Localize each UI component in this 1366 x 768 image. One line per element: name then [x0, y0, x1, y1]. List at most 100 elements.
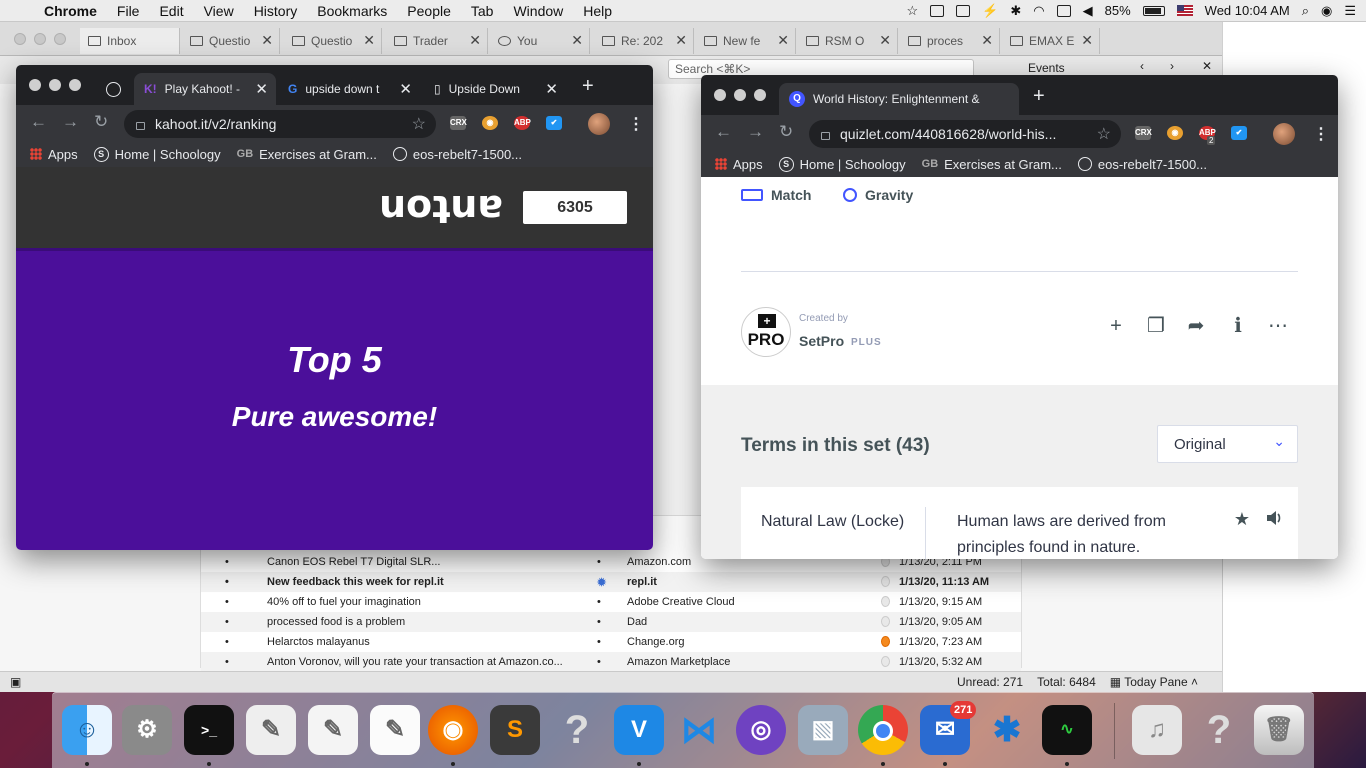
- owl-extension-icon[interactable]: ◉: [482, 116, 498, 130]
- bookmark-eos[interactable]: eos-rebelt7-1500...: [392, 147, 530, 162]
- menu-help[interactable]: Help: [573, 3, 622, 19]
- activity-monitor-dock-icon[interactable]: ∿: [1042, 705, 1092, 755]
- close-icon[interactable]: ✕: [675, 32, 687, 49]
- volume-tray-icon[interactable]: ◀: [1083, 3, 1093, 19]
- bluetooth-file-exchange-dock-icon[interactable]: ✱: [982, 705, 1032, 755]
- forward-icon[interactable]: →: [62, 112, 79, 132]
- notification-center-icon[interactable]: ☰: [1344, 3, 1356, 19]
- address-bar[interactable]: kahoot.it/v2/ranking ☆: [124, 110, 436, 138]
- close-icon[interactable]: ✕: [399, 80, 412, 98]
- close-icon[interactable]: ✕: [545, 80, 558, 98]
- close-icon[interactable]: ✕: [1081, 32, 1093, 49]
- close-light[interactable]: [29, 79, 41, 91]
- finder-dock-icon[interactable]: ☺: [62, 705, 112, 755]
- read-status-icon[interactable]: •: [225, 576, 229, 588]
- forward-icon[interactable]: →: [747, 122, 764, 142]
- vnc-viewer-dock-icon[interactable]: V: [614, 705, 664, 755]
- previous-icon[interactable]: ‹: [1140, 59, 1144, 73]
- menu-app-name[interactable]: Chrome: [40, 3, 107, 19]
- input-source-flag-icon[interactable]: [1176, 5, 1193, 16]
- close-icon[interactable]: ✕: [1202, 59, 1212, 73]
- add-to-class-button[interactable]: +: [1097, 307, 1135, 345]
- author-avatar[interactable]: PRO: [741, 307, 791, 357]
- message-row[interactable]: • Anton Voronov, will you rate your trans…: [201, 652, 1021, 672]
- next-icon[interactable]: ›: [1170, 59, 1174, 73]
- bookmark-apps[interactable]: Apps: [715, 157, 771, 172]
- read-status-icon[interactable]: •: [225, 636, 229, 648]
- vscode-dock-icon[interactable]: ⋈: [674, 705, 724, 755]
- trash-dock-icon[interactable]: 🗑: [1254, 705, 1304, 755]
- bookmark-apps[interactable]: Apps: [30, 147, 86, 162]
- menu-people[interactable]: People: [397, 3, 461, 19]
- menu-window[interactable]: Window: [503, 3, 573, 19]
- tb-tab-rsm[interactable]: RSM O ✕: [798, 28, 898, 54]
- read-status-icon[interactable]: •: [225, 616, 229, 628]
- minimize-light[interactable]: [49, 79, 61, 91]
- more-options-button[interactable]: ⋯: [1259, 307, 1297, 345]
- tb-tab-processed[interactable]: proces ✕: [900, 28, 1000, 54]
- adblock-extension-icon[interactable]: ABP: [514, 116, 531, 130]
- new-tab-icon[interactable]: +: [582, 75, 594, 98]
- tb-tab-re-2020[interactable]: Re: 202 ✕: [594, 28, 694, 54]
- tab-google-search[interactable]: Gupside down t ✕: [278, 73, 420, 105]
- close-icon[interactable]: ✕: [255, 80, 268, 98]
- activity-manager-icon[interactable]: ▣: [10, 675, 21, 689]
- wifi-tray-icon[interactable]: ◠: [1033, 3, 1044, 19]
- close-icon[interactable]: ✕: [777, 32, 789, 49]
- spotlight-search-icon[interactable]: ⌕: [1302, 3, 1309, 19]
- tb-tab-inbox[interactable]: Inbox: [80, 28, 180, 54]
- menu-tab[interactable]: Tab: [461, 3, 504, 19]
- junk-status-icon[interactable]: [881, 616, 890, 627]
- schoology-tab-icon[interactable]: S: [106, 82, 121, 97]
- close-light[interactable]: [14, 33, 26, 45]
- siri-icon[interactable]: ◉: [1321, 3, 1332, 19]
- reload-icon[interactable]: ↻: [779, 122, 793, 142]
- message-row[interactable]: • New feedback this week for repl.it ✹ repl…: [201, 572, 1021, 592]
- zoom-light[interactable]: [754, 89, 766, 101]
- message-row[interactable]: • Helarctos malayanus • Change.org 1/13/20, …: [201, 632, 1021, 652]
- battery-icon[interactable]: [1142, 5, 1165, 16]
- unknown-stack-dock-icon[interactable]: ?: [1194, 705, 1244, 755]
- music-folder-dock-icon[interactable]: ♫: [1132, 705, 1182, 755]
- sublime-text-dock-icon[interactable]: S: [490, 705, 540, 755]
- read-status-icon[interactable]: •: [225, 556, 229, 568]
- read-status-icon[interactable]: •: [225, 596, 229, 608]
- junk-status-icon[interactable]: [881, 596, 890, 607]
- junk-status-icon[interactable]: [881, 656, 890, 667]
- tb-tab-question-2[interactable]: Questio ✕: [284, 28, 382, 54]
- check-extension-icon[interactable]: ✔: [1231, 126, 1247, 140]
- textedit-dock-icon[interactable]: ✎: [370, 705, 420, 755]
- tab-quizlet[interactable]: Q World History: Enlightenment &: [779, 83, 1019, 115]
- junk-status-icon[interactable]: [881, 576, 890, 587]
- terminal-dock-icon[interactable]: >_: [184, 705, 234, 755]
- tab-play-kahoot[interactable]: K! Play Kahoot! - ✕: [134, 73, 276, 105]
- author-name[interactable]: SetPro: [799, 333, 844, 349]
- back-icon[interactable]: ←: [715, 122, 732, 142]
- new-tab-icon[interactable]: +: [1033, 85, 1045, 108]
- close-icon[interactable]: ✕: [469, 32, 481, 49]
- sort-dropdown[interactable]: Original ⌄: [1157, 425, 1298, 463]
- share-button[interactable]: ➦: [1177, 307, 1215, 345]
- zoom-light[interactable]: [54, 33, 66, 45]
- drive-tray-icon[interactable]: [956, 4, 971, 17]
- chrome-dock-icon[interactable]: [858, 705, 908, 755]
- menu-edit[interactable]: Edit: [149, 3, 193, 19]
- owl-extension-icon[interactable]: ◉: [1167, 126, 1183, 140]
- menu-history[interactable]: History: [244, 3, 308, 19]
- junk-status-icon[interactable]: [881, 636, 890, 647]
- bookmark-schoology[interactable]: S Home | Schoology: [93, 146, 229, 162]
- close-icon[interactable]: ✕: [363, 32, 375, 49]
- box-tray-icon[interactable]: [930, 4, 945, 17]
- zoom-light[interactable]: [69, 79, 81, 91]
- tb-tab-new-feedback[interactable]: New fe ✕: [696, 28, 796, 54]
- tb-tab-question-1[interactable]: Questio ✕: [182, 28, 280, 54]
- system-preferences-dock-icon[interactable]: ⚙: [122, 705, 172, 755]
- message-row[interactable]: • 40% off to fuel your imagination • Adobe …: [201, 592, 1021, 612]
- bolt-tray-icon[interactable]: ⚡: [982, 3, 998, 19]
- today-pane-toggle[interactable]: ▦ Today Pane ˄: [1110, 675, 1198, 689]
- reload-icon[interactable]: ↻: [94, 112, 108, 132]
- copy-button[interactable]: ❐: [1137, 307, 1175, 345]
- back-icon[interactable]: ←: [30, 112, 47, 132]
- battery-percent[interactable]: 85%: [1105, 3, 1131, 18]
- profile-avatar[interactable]: [588, 113, 610, 135]
